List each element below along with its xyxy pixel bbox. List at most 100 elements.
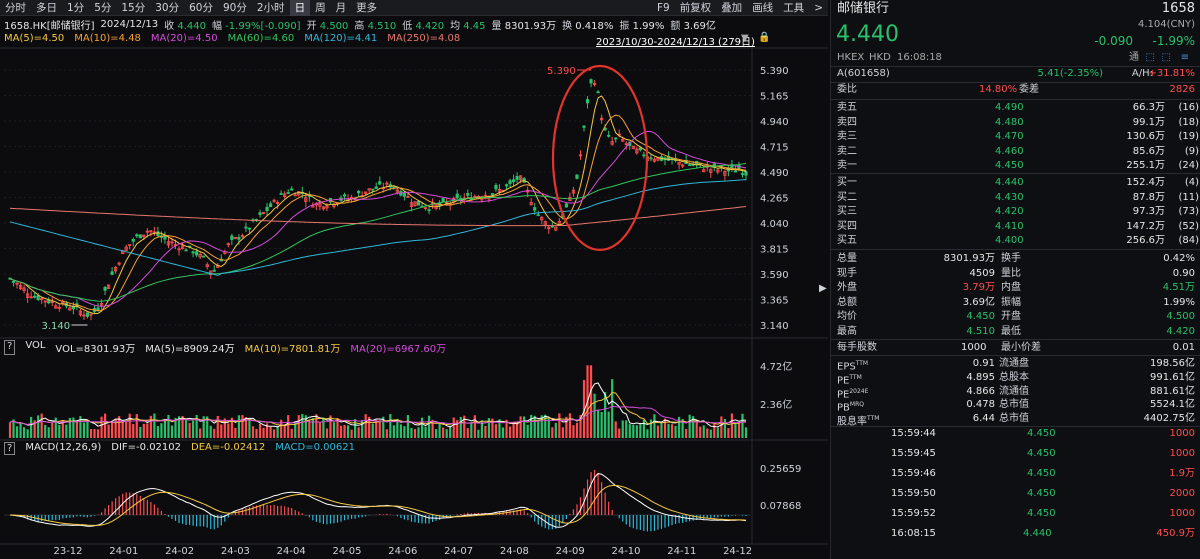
- tick-price: 4.440: [1023, 528, 1052, 539]
- volume-bar: [533, 415, 536, 438]
- volume-bar: [727, 428, 730, 438]
- volume-bar: [389, 414, 392, 438]
- volume-bar: [685, 428, 688, 438]
- tick-time: 16:08:15: [891, 528, 936, 539]
- candle-body: [688, 164, 692, 167]
- volume-bar: [86, 420, 89, 438]
- candle-body: [589, 79, 593, 84]
- stats-row: 总额 3.69亿 振幅 1.99%: [837, 296, 1195, 308]
- volume-bar: [125, 421, 128, 438]
- a-share-code[interactable]: A(601658): [837, 67, 890, 81]
- volume-axis-label: 4.72亿: [760, 360, 792, 373]
- menu-icon[interactable]: ≡: [1181, 51, 1189, 65]
- order-book-row: 买五 4.400 256.6万 (84): [837, 235, 1199, 247]
- volume-bar: [403, 426, 406, 438]
- connect-badge: 通: [1129, 52, 1139, 63]
- quote-time: 16:08:18: [897, 52, 942, 63]
- volume-bar: [699, 426, 702, 438]
- date-axis-label: 24-07: [444, 546, 473, 557]
- date-axis-label: 24-09: [556, 546, 585, 557]
- candle-body: [290, 188, 294, 191]
- book-count: (24): [1178, 160, 1199, 172]
- volume-bar: [82, 422, 86, 438]
- price-change: -0.090: [1094, 34, 1133, 48]
- collapse-panel-icon[interactable]: ▶: [819, 283, 827, 294]
- volume-bar: [639, 423, 642, 438]
- tick-volume: 1000: [1169, 448, 1195, 459]
- stats-row: 均价 4.450 开盘 4.500: [837, 311, 1195, 323]
- candle-body: [247, 227, 252, 230]
- volume-bar: [635, 425, 638, 438]
- volume-bar: [466, 428, 469, 438]
- order-book-row: 卖五 4.490 66.3万 (16): [837, 102, 1199, 113]
- volume-bar: [315, 414, 318, 438]
- volume-bar: [589, 365, 593, 438]
- volume-bar: [406, 415, 410, 438]
- candle-body: [585, 99, 590, 104]
- volume-bar: [135, 414, 138, 438]
- volume-bar: [526, 424, 529, 438]
- candle-body: [582, 125, 586, 128]
- volume-bar: [26, 429, 29, 438]
- candle-body: [740, 173, 745, 175]
- candle-body: [508, 180, 512, 185]
- fundamental-row: PETTM 4.895 总股本 991.61亿: [837, 371, 1195, 387]
- volume-bar: [248, 417, 251, 438]
- volume-bar: [713, 423, 716, 438]
- help-icon[interactable]: ?: [4, 340, 16, 355]
- book-count: (16): [1178, 102, 1199, 113]
- candle-body: [110, 271, 114, 275]
- fundamental-row: 股息率TTM 6.44 总市值 4402.75亿: [837, 413, 1195, 428]
- candle-body: [357, 190, 361, 194]
- volume-bar: [519, 416, 522, 438]
- volume-bar: [516, 422, 519, 438]
- tick-row: 15:59:46 4.450 1.9万: [831, 467, 1200, 481]
- volume-bar: [660, 422, 663, 438]
- volume-bar: [19, 423, 22, 438]
- stock-name: 邮储银行: [837, 1, 890, 16]
- volume-bar: [149, 415, 152, 438]
- volume-bar: [558, 413, 561, 438]
- book-price: 4.490: [995, 102, 1024, 113]
- candle-body: [212, 269, 216, 272]
- volume-bar: [89, 429, 93, 438]
- volume-bar: [308, 419, 311, 438]
- volume-bar: [607, 411, 610, 438]
- volume-bar: [568, 413, 572, 438]
- fundamental-row: EPSTTM 0.91 流通盘 198.56亿: [837, 358, 1195, 373]
- tick-time: 15:59:45: [891, 448, 936, 459]
- volume-bar: [220, 424, 223, 438]
- volume-bar: [30, 416, 33, 438]
- book-volume: 66.3万: [1132, 102, 1165, 113]
- candle-body: [614, 137, 618, 140]
- date-axis-label: 23-12: [53, 546, 82, 557]
- volume-bar: [561, 427, 564, 438]
- link-icon[interactable]: ⬚: [1162, 51, 1171, 65]
- date-axis-label: 24-12: [723, 546, 752, 557]
- book-price: 4.470: [995, 131, 1024, 143]
- volume-bar: [311, 418, 314, 438]
- volume-bar: [611, 379, 614, 438]
- volume-bar: [213, 428, 216, 438]
- volume-bar: [656, 425, 660, 438]
- book-count: (18): [1178, 116, 1199, 128]
- volume-bar: [354, 419, 357, 438]
- book-count: (11): [1178, 191, 1199, 203]
- volume-bar: [262, 427, 265, 438]
- dif-line: [9, 473, 747, 528]
- candle-body: [378, 181, 382, 185]
- volume-bar: [741, 413, 744, 438]
- volume-bar: [706, 428, 709, 438]
- volume-bar: [628, 424, 631, 438]
- macd-legend: ? MACD(12,26,9) DIF=-0.02102 DEA=-0.0241…: [4, 442, 355, 455]
- book-volume: 147.2万: [1126, 220, 1165, 232]
- volume-bar: [346, 425, 350, 438]
- book-count: (52): [1178, 220, 1199, 232]
- candle-body: [533, 207, 537, 211]
- kline-chart[interactable]: 5.390 5.165 4.940 4.715 4.490 4.265 4.040 3.815…: [0, 0, 828, 559]
- help-icon[interactable]: ?: [4, 442, 16, 455]
- order-ratio: 14.80%: [979, 84, 1018, 95]
- edit-icon[interactable]: ⬚: [1146, 51, 1155, 65]
- volume-bar: [667, 423, 670, 438]
- candle-body: [265, 206, 269, 212]
